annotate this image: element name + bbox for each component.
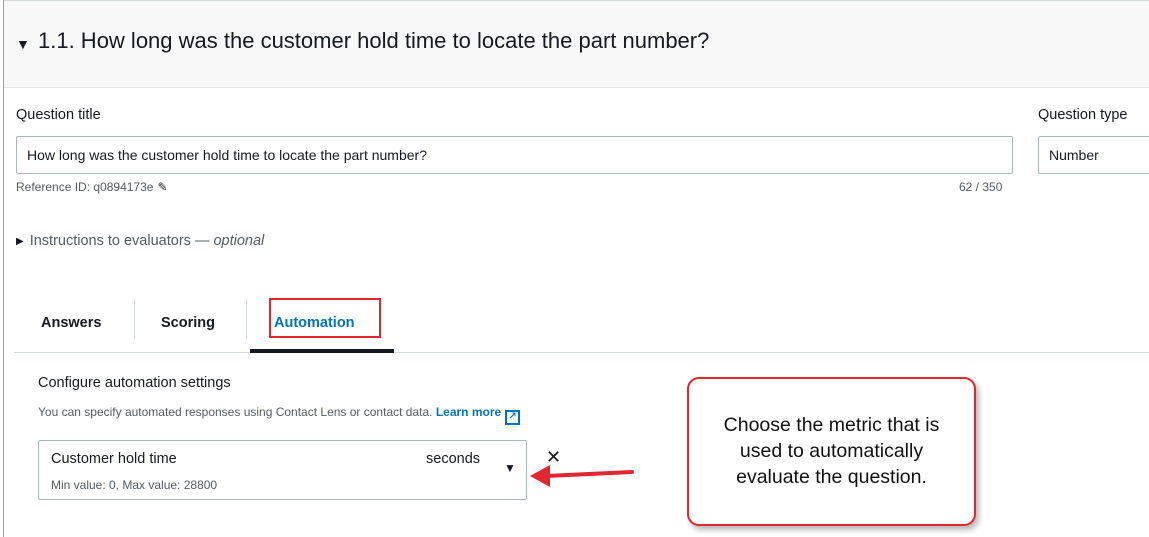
character-count: 62 / 350	[959, 180, 1003, 194]
question-type-label: Question type	[1038, 107, 1128, 123]
metric-constraint: Min value: 0, Max value: 28800	[51, 478, 218, 492]
question-type-select[interactable]: Number	[1038, 136, 1149, 174]
metric-unit: seconds	[426, 451, 481, 467]
active-tab-indicator	[250, 349, 394, 353]
automation-settings-title: Configure automation settings	[38, 375, 231, 391]
pencil-icon[interactable]: ✎	[157, 180, 167, 194]
annotation-highlight-box	[269, 298, 381, 338]
callout-line: Choose the metric that is	[723, 414, 940, 436]
section-title: 1.1. How long was the customer hold time…	[38, 28, 710, 53]
caret-right-icon: ▶	[16, 236, 24, 247]
arrow-annotation	[530, 465, 634, 487]
question-title-input[interactable]: How long was the customer hold time to l…	[16, 136, 1013, 174]
evaluation-form-panel: ▼ 1.1. How long was the customer hold ti…	[3, 0, 1149, 537]
tab-bar: Answers Scoring Automation	[14, 293, 1149, 353]
caret-down-icon[interactable]: ▼	[16, 36, 30, 52]
instructions-optional: optional	[213, 233, 265, 249]
tab-divider	[134, 299, 135, 339]
learn-more-link[interactable]: Learn more	[436, 405, 501, 419]
metric-select[interactable]: Customer hold time Min value: 0, Max val…	[38, 440, 527, 500]
annotation-callout: Choose the metric that is used to automa…	[687, 377, 976, 526]
reference-id: Reference ID: q0894173e ✎	[16, 180, 168, 194]
section-header[interactable]: ▼ 1.1. How long was the customer hold ti…	[4, 0, 1149, 88]
automation-description-text: You can specify automated responses usin…	[38, 405, 436, 419]
callout-line: used to automatically	[739, 440, 924, 462]
dropdown-arrow-icon[interactable]: ▼	[504, 461, 516, 475]
tab-answers[interactable]: Answers	[41, 315, 101, 331]
automation-description: You can specify automated responses usin…	[38, 405, 521, 425]
question-title-label: Question title	[16, 107, 101, 123]
metric-value: Customer hold time	[51, 451, 177, 467]
tab-scoring[interactable]: Scoring	[161, 315, 215, 331]
external-link-icon[interactable]: ↗	[505, 410, 521, 425]
instructions-label: Instructions to evaluators —	[29, 233, 214, 249]
instructions-expander[interactable]: ▶ Instructions to evaluators — optional	[16, 233, 264, 249]
tab-divider	[246, 299, 247, 339]
reference-id-text: Reference ID: q0894173e	[16, 180, 154, 194]
callout-line: evaluate the question.	[736, 466, 927, 488]
